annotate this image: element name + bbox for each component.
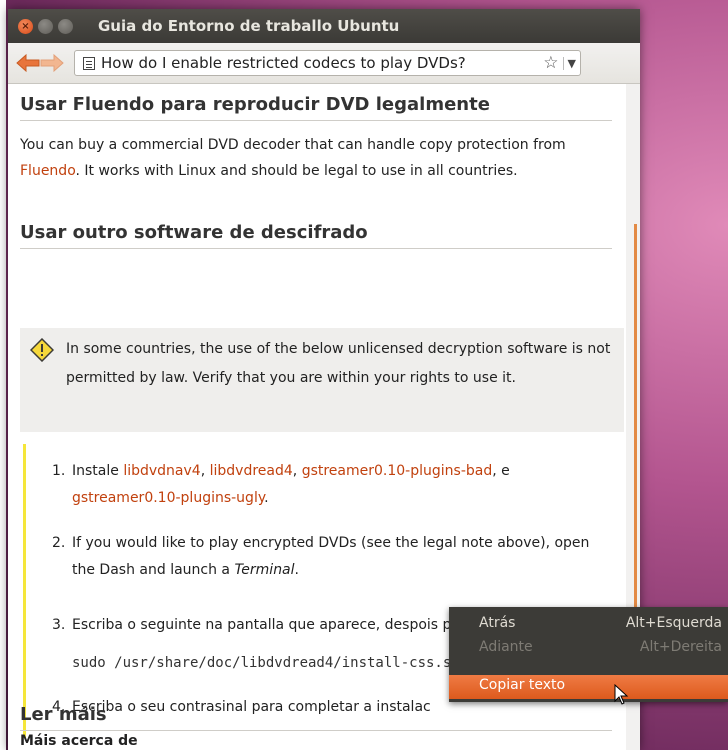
package-link-plugins-ugly[interactable]: gstreamer0.10-plugins-ugly: [72, 490, 264, 506]
forward-button[interactable]: [40, 52, 64, 74]
fluendo-link[interactable]: Fluendo: [20, 163, 76, 179]
separator: , e: [492, 463, 510, 479]
mouse-cursor-icon: [614, 684, 629, 705]
section-descifrado-heading: Usar outro software de descifrado: [20, 222, 612, 249]
toolbar: How do I enable restricted codecs to pla…: [8, 43, 640, 84]
menu-item-copy-text[interactable]: Copiar texto: [449, 675, 728, 699]
para-text: You can buy a commercial DVD decoder tha…: [20, 137, 566, 153]
menu-accelerator: Alt+Esquerda: [625, 615, 722, 631]
menu-item-back[interactable]: Atrás Alt+Esquerda: [449, 613, 728, 635]
back-button[interactable]: [16, 52, 40, 74]
title-bar[interactable]: × Guia do Entorno de traballo Ubuntu: [8, 9, 640, 43]
warning-note: In some countries, the use of the below …: [20, 328, 624, 432]
menu-accelerator: Alt+Dereita: [639, 639, 722, 655]
heading-text: Usar outro software de descifrado: [20, 222, 368, 243]
back-arrow-icon: [16, 53, 40, 73]
close-button[interactable]: ×: [18, 18, 33, 34]
location-text: How do I enable restricted codecs to pla…: [101, 54, 466, 72]
warning-icon: [30, 338, 54, 362]
list-item: 1. Instale libdvdnav4, libdvdread4, gstr…: [52, 458, 612, 506]
section-ler-mais-heading: Ler máis: [20, 704, 612, 731]
frame-left: [0, 0, 6, 750]
list-item: 2. If you would like to play encrypted D…: [52, 530, 612, 578]
step-number: 3.: [52, 617, 66, 633]
command-code: sudo /usr/share/doc/libdvdread4/install-…: [72, 655, 460, 671]
package-link-libdvdread4[interactable]: libdvdread4: [210, 463, 293, 479]
menu-label: Atrás: [479, 615, 516, 631]
step-text: If you would like to play encrypted DVDs…: [72, 535, 590, 578]
menu-item-forward[interactable]: Adiante Alt+Dereita: [449, 637, 728, 659]
close-icon: ×: [21, 20, 30, 32]
page-icon: [83, 56, 95, 70]
minimize-button[interactable]: [38, 18, 53, 34]
terminal-emphasis: Terminal: [234, 562, 295, 578]
separator: ,: [200, 463, 210, 479]
context-menu: Atrás Alt+Esquerda Adiante Alt+Dereita C…: [449, 607, 728, 702]
suffix: .: [264, 490, 269, 506]
heading-text: Ler máis: [20, 704, 107, 725]
package-link-plugins-bad[interactable]: gstreamer0.10-plugins-bad: [302, 463, 493, 479]
window-title: Guia do Entorno de traballo Ubuntu: [98, 17, 400, 35]
menu-label: Copiar texto: [479, 677, 566, 693]
step-number: 2.: [52, 535, 66, 551]
menu-label: Adiante: [479, 639, 533, 655]
step-number: 1.: [52, 463, 66, 479]
bookmark-star-icon[interactable]: ☆: [543, 53, 558, 73]
forward-arrow-icon: [40, 53, 64, 73]
menu-separator: [449, 661, 728, 669]
maximize-button[interactable]: [58, 18, 73, 34]
separator: ,: [292, 463, 302, 479]
dropdown-arrow-icon[interactable]: ▼: [562, 56, 576, 70]
location-bar[interactable]: How do I enable restricted codecs to pla…: [74, 50, 581, 76]
package-link-libdvdnav4[interactable]: libdvdnav4: [123, 463, 200, 479]
section-fluendo-heading: Usar Fluendo para reproducir DVD legalme…: [20, 94, 612, 121]
suffix: .: [294, 562, 299, 578]
fluendo-paragraph: You can buy a commercial DVD decoder tha…: [20, 132, 614, 184]
heading-text: Usar Fluendo para reproducir DVD legalme…: [20, 94, 490, 115]
para-text-2: . It works with Linux and should be lega…: [75, 163, 518, 179]
note-text: In some countries, the use of the below …: [66, 341, 611, 386]
step-text: Instale: [72, 463, 124, 479]
step-text: Escriba o seguinte na pantalla que apare…: [72, 617, 493, 633]
mais-acerca-de: Máis acerca de: [20, 733, 138, 749]
